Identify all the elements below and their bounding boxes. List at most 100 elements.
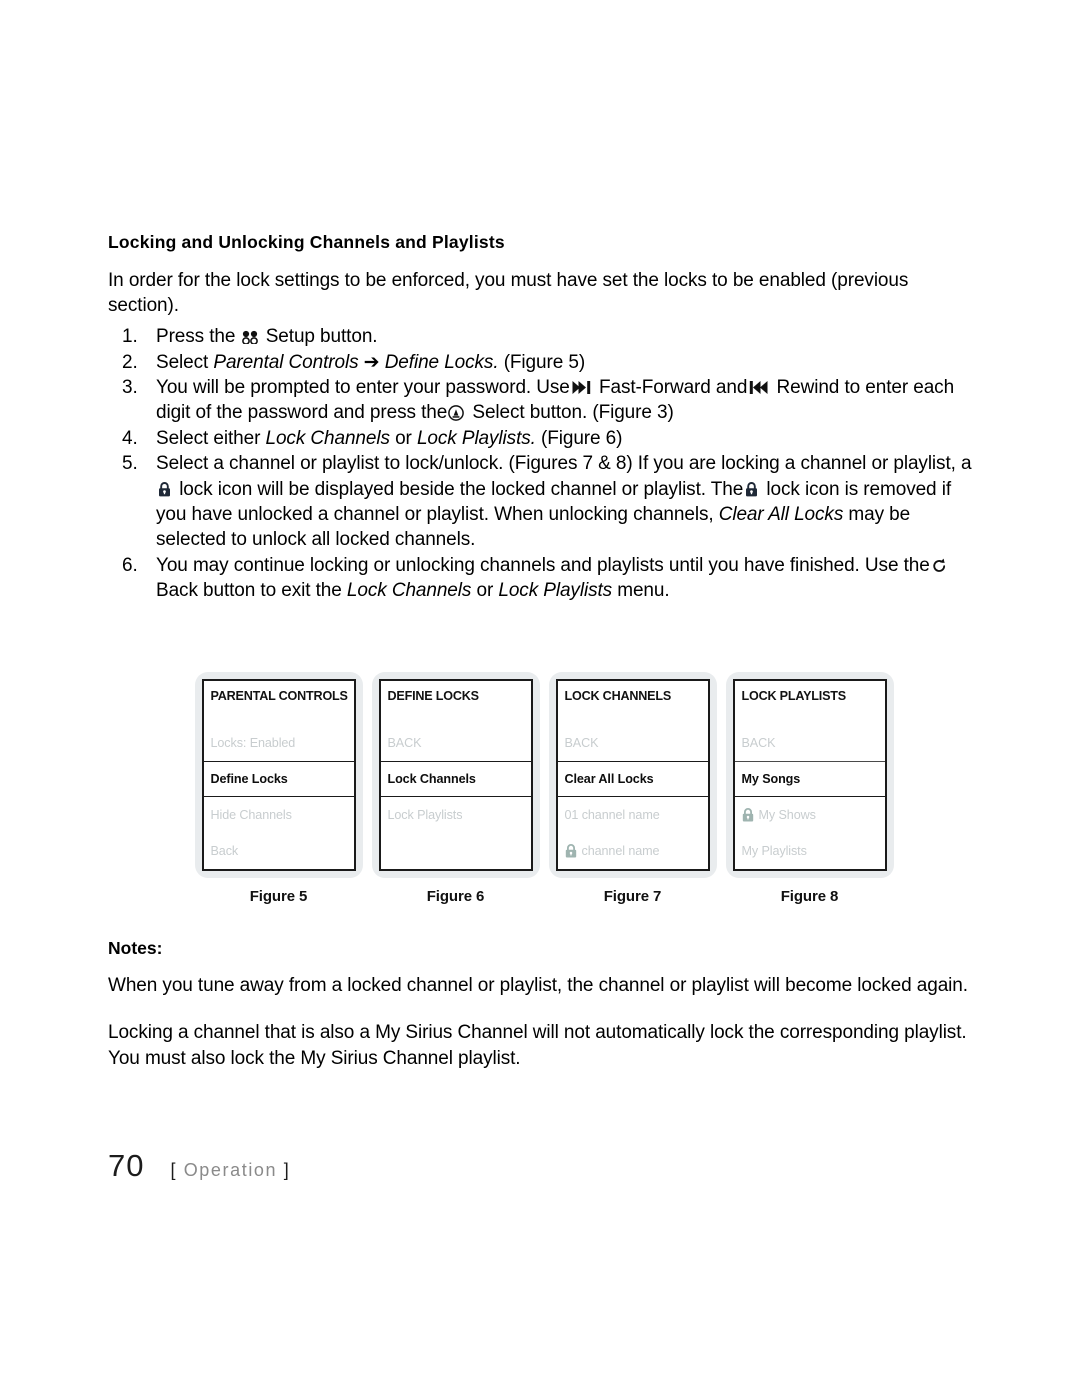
manual-page: Locking and Unlocking Channels and Playl… [0, 0, 1080, 1397]
figure-caption: Figure 5 [249, 888, 308, 905]
step5-part-b: lock icon will be displayed beside the l… [179, 478, 744, 500]
menu-ref-lock-playlists: Lock Playlists. [416, 427, 536, 449]
step4-part-a: Select either [156, 427, 266, 449]
menu-ref-parental-controls: Parental Controls [213, 351, 359, 373]
menu-item-label: Back [210, 844, 239, 858]
menu-item-clear-all-locks[interactable]: Clear All Locks [557, 761, 708, 797]
screen-title: DEFINE LOCKS [387, 689, 480, 703]
menu-item-hide-channels[interactable]: Hide Channels [204, 797, 354, 833]
device-screen: LOCK PLAYLISTS BACK My Songs My Shows My… [732, 679, 887, 871]
screen-title: PARENTAL CONTROLS [210, 689, 348, 703]
device-screen: DEFINE LOCKS BACK Lock Channels Lock Pla… [378, 679, 533, 871]
back-icon [932, 558, 947, 573]
step-number: 6. [122, 554, 138, 576]
menu-ref-clear-all-locks: Clear All Locks [718, 503, 844, 525]
menu-item-lock-playlists[interactable]: Lock Playlists [381, 797, 531, 833]
menu-item-define-locks[interactable]: Define Locks [203, 761, 354, 797]
step4-figure-ref: (Figure 6) [535, 427, 623, 449]
figure-6: DEFINE LOCKS BACK Lock Channels Lock Pla… [367, 672, 544, 905]
procedure-steps: 1. Press the Setup button. 2. Select Paren… [108, 324, 980, 603]
menu-item-label: My Playlists [741, 844, 807, 858]
menu-ref-lock-playlists: Lock Playlists [498, 580, 613, 601]
notes-section: Notes: When you tune away from a locked … [108, 938, 980, 1093]
menu-item-label: My Songs [741, 772, 801, 786]
step6-part-b: Back button to exit the [156, 580, 342, 601]
device-screen: PARENTAL CONTROLS Locks: Enabled Define … [201, 679, 356, 871]
step-text: Press the [156, 326, 241, 348]
menu-item-my-playlists[interactable]: My Playlists [735, 833, 885, 869]
step6-part-a: You may continue locking or unlocking ch… [156, 554, 930, 576]
step-item-5: 5. Select a channel or playlist to lock/u… [108, 451, 980, 552]
menu-item-label: BACK [387, 736, 422, 750]
bracket-close: ] [283, 1160, 291, 1180]
figure-8: LOCK PLAYLISTS BACK My Songs My Shows My… [721, 672, 898, 905]
step-number: 3. [122, 377, 138, 399]
menu-item-back[interactable]: BACK [735, 725, 885, 761]
step4-part-b: or [389, 427, 417, 449]
menu-item-label: 01 channel name [564, 808, 660, 822]
menu-item-back[interactable]: BACK [558, 725, 708, 761]
menu-item-label: BACK [741, 736, 776, 750]
menu-item-lock-channels[interactable]: Lock Channels [380, 761, 531, 797]
figure-caption: Figure 7 [603, 888, 662, 905]
menu-item-label: Hide Channels [210, 808, 292, 822]
page-footer: 70 [ Operation ] [108, 1148, 290, 1184]
step6-part-c: or [471, 580, 499, 601]
step-number: 2. [122, 351, 138, 373]
figure-caption: Figure 6 [426, 888, 485, 905]
note-paragraph-1: When you tune away from a locked channel… [108, 975, 968, 996]
figure-caption: Figure 8 [780, 888, 839, 905]
device-screen: LOCK CHANNELS BACK Clear All Locks 01 ch… [555, 679, 710, 871]
step-number: 1. [122, 326, 138, 348]
step6-part-d: menu. [612, 580, 670, 601]
figure-gallery: PARENTAL CONTROLS Locks: Enabled Define … [190, 672, 900, 905]
main-content: Locking and Unlocking Channels and Playl… [108, 232, 980, 603]
fast-forward-icon [572, 380, 591, 395]
menu-ref-lock-channels: Lock Channels [265, 427, 390, 449]
device-bezel: PARENTAL CONTROLS Locks: Enabled Define … [194, 672, 363, 878]
step-text: Select [156, 351, 214, 373]
menu-item-label: Lock Channels [387, 772, 476, 786]
step-item-4: 4. Select either Lock Channels or Lock Pl… [108, 426, 980, 451]
step3-part-d: Select button. (Figure 3) [472, 402, 674, 424]
footer-section: [ Operation ] [170, 1160, 290, 1181]
intro-paragraph: In order for the lock settings to be enf… [108, 269, 909, 317]
figure-7: LOCK CHANNELS BACK Clear All Locks 01 ch… [544, 672, 721, 905]
step3-part-a: You will be prompted to enter your passw… [156, 377, 570, 399]
menu-item-back[interactable]: Back [204, 833, 354, 869]
screen-title: LOCK CHANNELS [564, 689, 672, 703]
menu-item-label: Clear All Locks [564, 772, 654, 786]
menu-item-label: Locks: Enabled [210, 736, 296, 750]
step-text-tail: Setup button. [260, 326, 378, 348]
section-name: Operation [183, 1160, 278, 1180]
menu-ref-define-locks: Define Locks. [384, 351, 499, 373]
step5-part-a: Select a channel or playlist to lock/unl… [156, 453, 972, 475]
lock-icon [742, 808, 754, 822]
menu-item-back[interactable]: BACK [381, 725, 531, 761]
lock-icon [158, 481, 171, 497]
menu-item-label: BACK [564, 736, 599, 750]
menu-item-locks-enabled[interactable]: Locks: Enabled [204, 725, 354, 761]
device-bezel: LOCK CHANNELS BACK Clear All Locks 01 ch… [548, 672, 717, 878]
step-item-6: 6. You may continue locking or unlocking … [108, 553, 980, 604]
menu-item-label: Lock Playlists [387, 808, 463, 822]
screen-spacer [381, 833, 531, 869]
figure-ref: (Figure 5) [498, 351, 586, 373]
menu-item-label: Define Locks [210, 772, 288, 786]
rewind-icon [749, 380, 768, 395]
bracket-open: [ [170, 1160, 178, 1180]
menu-item-label: My Shows [758, 808, 816, 822]
menu-item-my-songs[interactable]: My Songs [734, 761, 885, 797]
menu-item-channel-locked[interactable]: channel name [558, 833, 708, 869]
step-item-1: 1. Press the Setup button. [108, 324, 980, 349]
step3-part-b: Fast-Forward and [598, 377, 748, 399]
screen-title: LOCK PLAYLISTS [741, 689, 847, 703]
menu-ref-lock-channels: Lock Channels [346, 580, 472, 601]
menu-item-channel-unlocked[interactable]: 01 channel name [558, 797, 708, 833]
lock-icon [565, 844, 577, 858]
menu-item-label: channel name [581, 844, 660, 858]
step-number: 4. [122, 427, 138, 449]
setup-icon [241, 330, 258, 346]
menu-item-my-shows-locked[interactable]: My Shows [735, 797, 885, 833]
note-paragraph-2: Locking a channel that is also a My Siri… [108, 1022, 967, 1069]
